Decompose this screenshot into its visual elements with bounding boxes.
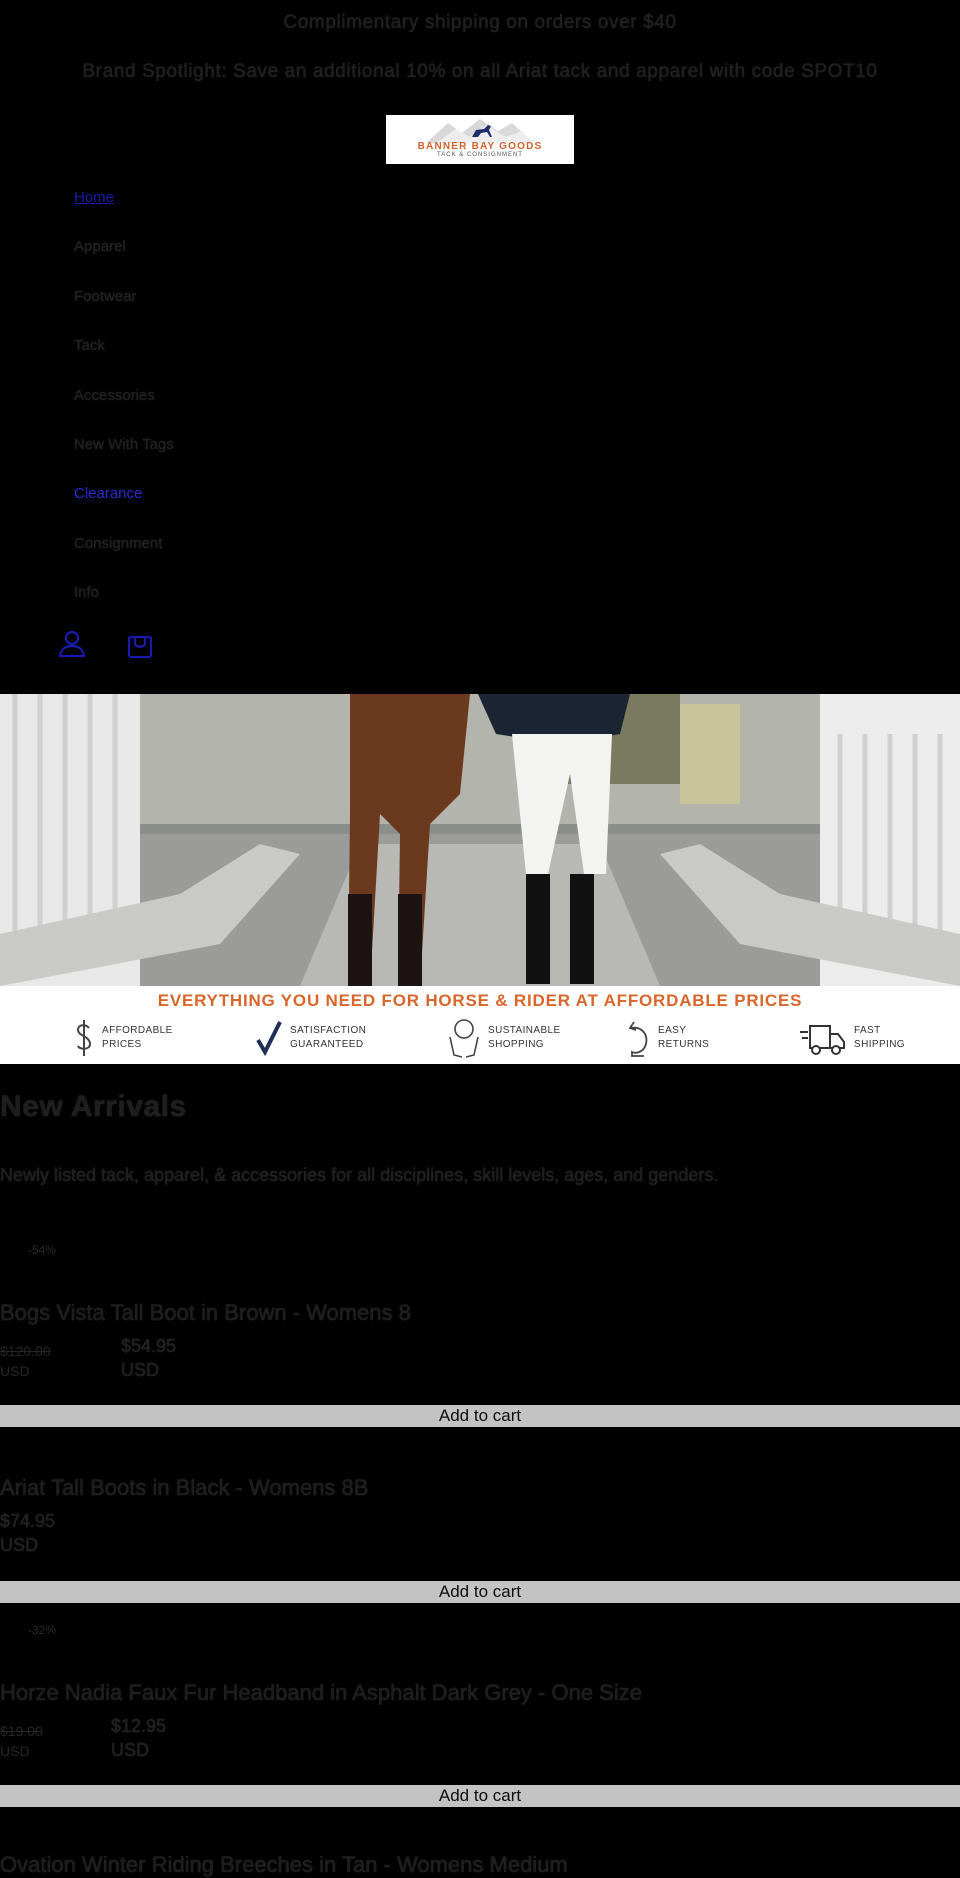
new-arrivals-description: Newly listed tack, apparel, & accessorie…	[0, 1165, 719, 1185]
price: $74.95	[0, 1511, 56, 1531]
nav-item-info[interactable]: Info	[74, 581, 174, 630]
feature-label: SATISFACTION GUARANTEED	[290, 1025, 367, 1050]
feature-label: SUSTAINABLE SHOPPING	[488, 1025, 561, 1050]
feature-satisfaction-guaranteed: SATISFACTION GUARANTEED	[256, 1016, 367, 1060]
mountain-horse-logo-icon	[426, 119, 534, 143]
hero-banner: EVERYTHING YOU NEED FOR HORSE & RIDER AT…	[0, 694, 960, 1064]
feature-sustainable-shopping: SUSTAINABLE SHOPPING	[448, 1016, 561, 1060]
announcement-brand-spotlight: Brand Spotlight: Save an additional 10% …	[82, 61, 878, 82]
nav-item-tack[interactable]: Tack	[74, 334, 174, 383]
main-nav: Home Apparel Footwear Tack Accessories N…	[74, 186, 174, 631]
site-logo[interactable]: BANNER BAY GOODS TACK & CONSIGNMENT	[386, 115, 574, 164]
discount-badge: -32%	[28, 1623, 57, 1637]
account-icon[interactable]	[58, 629, 86, 659]
feature-easy-returns: EASY RETURNS	[626, 1016, 728, 1060]
dollar-icon	[76, 1020, 92, 1056]
truck-icon	[800, 1025, 845, 1055]
hero-tagline: EVERYTHING YOU NEED FOR HORSE & RIDER AT…	[157, 991, 803, 1010]
original-price-currency: USD	[0, 1363, 30, 1379]
nav-item-new-with-tags[interactable]: New With Tags	[74, 433, 174, 482]
sale-price: $12.95	[111, 1716, 167, 1736]
price-currency: USD	[0, 1535, 39, 1555]
product-title[interactable]: Bogs Vista Tall Boot in Brown - Womens 8	[0, 1300, 411, 1326]
new-arrivals-title: New Arrivals	[0, 1090, 187, 1123]
feature-label: FAST SHIPPING	[854, 1025, 905, 1050]
cart-icon[interactable]	[126, 629, 154, 659]
add-to-cart-button[interactable]: Add to cart	[0, 1581, 960, 1603]
announcement-shipping: Complimentary shipping on orders over $4…	[283, 12, 677, 33]
product-title[interactable]: Horze Nadia Faux Fur Headband in Asphalt…	[0, 1680, 642, 1706]
product-title[interactable]: Ovation Winter Riding Breeches in Tan - …	[0, 1852, 568, 1878]
hero-photo-horse-rider-image	[0, 694, 960, 986]
nav-item-consignment[interactable]: Consignment	[74, 532, 174, 581]
nav-item-home[interactable]: Home	[74, 186, 174, 235]
logo-brand-text: BANNER BAY GOODS	[417, 141, 543, 152]
sale-price: $54.95	[121, 1336, 177, 1356]
nav-item-accessories[interactable]: Accessories	[74, 384, 174, 433]
return-arrow-icon	[628, 1021, 648, 1057]
feature-fast-shipping: FAST SHIPPING	[800, 1016, 924, 1060]
add-to-cart-button[interactable]: Add to cart	[0, 1405, 960, 1427]
product-title[interactable]: Ariat Tall Boots in Black - Womens 8B	[0, 1475, 368, 1501]
original-price: $120.00	[0, 1343, 51, 1359]
original-price-currency: USD	[0, 1743, 30, 1759]
sale-price-currency: USD	[111, 1740, 150, 1760]
feature-label: EASY RETURNS	[658, 1025, 710, 1050]
nav-item-footwear[interactable]: Footwear	[74, 285, 174, 334]
feature-label: AFFORDABLE PRICES	[102, 1025, 173, 1050]
add-to-cart-button[interactable]: Add to cart	[0, 1785, 960, 1807]
nav-item-apparel[interactable]: Apparel	[74, 235, 174, 284]
discount-badge: -54%	[28, 1243, 57, 1257]
check-icon	[256, 1021, 282, 1056]
feature-affordable-prices: AFFORDABLE PRICES	[74, 1016, 172, 1060]
sale-price-currency: USD	[121, 1360, 160, 1380]
original-price: $19.00	[0, 1723, 43, 1739]
logo-subtitle: TACK & CONSIGNMENT	[437, 152, 523, 158]
nav-item-clearance[interactable]: Clearance	[74, 482, 174, 531]
hands-globe-icon	[449, 1019, 479, 1058]
